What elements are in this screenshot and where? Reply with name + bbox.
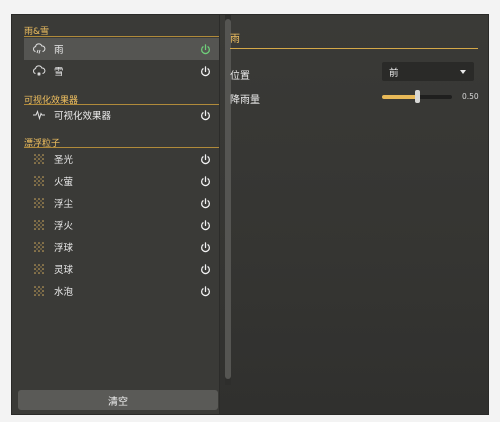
list-item-label: 火萤 <box>54 177 74 188</box>
cloud-rain-icon <box>32 42 46 56</box>
list-item-spirit-orbs[interactable]: 灵球 <box>24 258 219 280</box>
list-item-label: 浮火 <box>54 221 74 232</box>
list-item-fireflies[interactable]: 火萤 <box>24 170 219 192</box>
rainfall-slider-fill <box>382 95 417 99</box>
detail-title-divider <box>230 48 478 49</box>
list-item-label: 可视化效果器 <box>54 111 112 122</box>
rainfall-label: 降雨量 <box>230 95 260 106</box>
power-toggle-icon[interactable] <box>199 153 211 165</box>
list-item-label: 浮球 <box>54 243 74 254</box>
panel-divider <box>219 15 220 414</box>
list-item-holy-light[interactable]: 圣光 <box>24 148 219 170</box>
power-toggle-icon[interactable] <box>199 219 211 231</box>
rainfall-slider[interactable] <box>382 90 452 103</box>
list-item-label: 灵球 <box>54 265 74 276</box>
list-item-label: 雪 <box>54 67 64 78</box>
particles-icon <box>32 262 46 276</box>
power-toggle-icon[interactable] <box>199 43 211 55</box>
list-item-visualizer[interactable]: 可视化效果器 <box>24 104 219 126</box>
particles-icon <box>32 196 46 210</box>
list-item-label: 水泡 <box>54 287 74 298</box>
list-item-snow[interactable]: 雪 <box>24 60 219 82</box>
particles-icon <box>32 218 46 232</box>
rainfall-value: 0.50 <box>462 92 479 101</box>
power-toggle-icon[interactable] <box>199 263 211 275</box>
cloud-snow-icon <box>32 64 46 78</box>
list-item-bubbles[interactable]: 水泡 <box>24 280 219 302</box>
particles-icon <box>32 240 46 254</box>
particles-icon <box>32 174 46 188</box>
rainfall-slider-thumb[interactable] <box>414 90 420 103</box>
clear-button[interactable]: 清空 <box>18 390 218 410</box>
section-divider <box>24 36 219 37</box>
particles-icon <box>32 152 46 166</box>
power-toggle-icon[interactable] <box>199 175 211 187</box>
power-toggle-icon[interactable] <box>199 109 211 121</box>
waveform-icon <box>32 108 46 122</box>
power-toggle-icon[interactable] <box>199 197 211 209</box>
chevron-down-icon <box>460 69 466 74</box>
power-toggle-icon[interactable] <box>199 65 211 77</box>
detail-title: 雨 <box>230 34 240 45</box>
list-item-label: 浮尘 <box>54 199 74 210</box>
effects-list-panel: 雨&雪 雨 雪 可视化效果器 可视化效果器 漂浮粒子 圣光 火萤 浮尘 浮火 浮… <box>12 15 219 414</box>
position-dropdown-value: 前 <box>389 67 399 79</box>
particles-icon <box>32 284 46 298</box>
app-window: 雨&雪 雨 雪 可视化效果器 可视化效果器 漂浮粒子 圣光 火萤 浮尘 浮火 浮… <box>12 15 488 414</box>
list-item-floating-dust[interactable]: 浮尘 <box>24 192 219 214</box>
list-item-label: 圣光 <box>54 155 74 166</box>
list-item-label: 雨 <box>54 45 64 56</box>
power-toggle-icon[interactable] <box>199 241 211 253</box>
list-item-floating-fire[interactable]: 浮火 <box>24 214 219 236</box>
list-item-rain[interactable]: 雨 <box>24 38 219 60</box>
list-item-floating-orbs[interactable]: 浮球 <box>24 236 219 258</box>
position-label: 位置 <box>230 71 250 82</box>
power-toggle-icon[interactable] <box>199 285 211 297</box>
position-dropdown[interactable]: 前 <box>382 62 474 81</box>
